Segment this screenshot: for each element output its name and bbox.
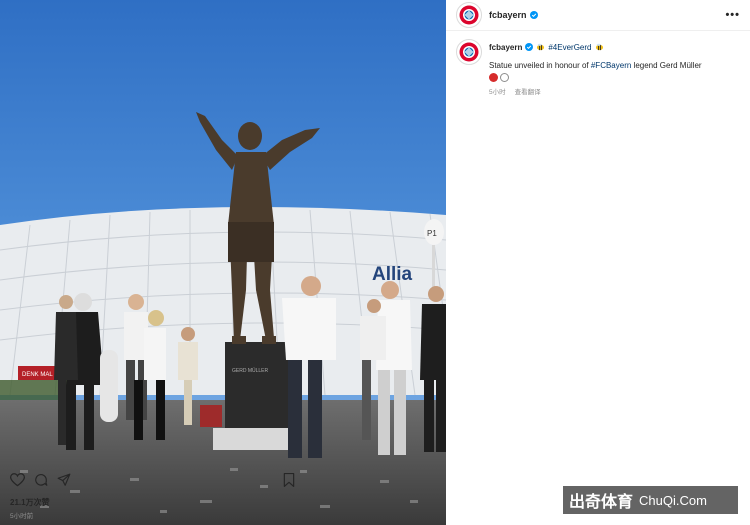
avatar[interactable] (456, 2, 482, 28)
caption-username[interactable]: fcbayern (489, 43, 522, 52)
watermark-cn: 出奇体育 (569, 492, 634, 511)
hashtag-4evergerd[interactable]: #4EverGerd (548, 43, 591, 52)
watermark: 出奇体育 ChuQi.Com (563, 486, 738, 514)
watermark-en: ChuQi.Com (639, 492, 707, 508)
share-icon[interactable] (57, 473, 71, 487)
heart-icon[interactable] (10, 473, 25, 487)
white-circle-icon (500, 73, 509, 82)
bookmark-icon[interactable] (283, 473, 295, 487)
caption: fcbayern #4EverGerd Statue unveiled in h… (446, 31, 750, 96)
comment-icon[interactable] (34, 473, 48, 487)
more-icon[interactable]: ••• (725, 9, 740, 21)
red-circle-icon (489, 73, 498, 82)
p1-text: P1 (427, 229, 437, 238)
verified-icon (529, 11, 538, 19)
pedestal (225, 342, 290, 430)
bee-icon (595, 43, 603, 51)
caption-prefix: Statue unveiled in honour of (489, 61, 591, 70)
post-photo[interactable]: Allia DENK MAL P1 GERD MÜLLER (0, 0, 446, 525)
plaque-text: GERD MÜLLER (232, 367, 269, 374)
post-header: fcbayern ••• (446, 0, 750, 31)
caption-avatar[interactable] (456, 39, 482, 65)
caption-suffix: legend Gerd Müller (631, 61, 702, 70)
time-ago: 5小时 (489, 89, 506, 96)
posted-time: 5小时前 (10, 513, 34, 520)
color-emojis (489, 73, 740, 82)
hashtag-fcbayern[interactable]: #FCBayern (591, 61, 631, 70)
post-panel: fcbayern ••• fcbayern #4EverGerd Statue … (446, 0, 750, 525)
banner-text: DENK MAL (22, 372, 53, 378)
username[interactable]: fcbayern (489, 10, 527, 20)
fcbayern-logo-icon (459, 5, 479, 25)
fcbayern-logo-icon (459, 42, 479, 62)
likes-count[interactable]: 21.1万次赞 (10, 497, 50, 508)
translate-link[interactable]: 查看翻译 (515, 86, 541, 96)
caption-text: Statue unveiled in honour of #FCBayern l… (489, 60, 740, 71)
bee-icon (537, 43, 545, 51)
action-bar (10, 471, 295, 489)
verified-icon (525, 43, 534, 51)
